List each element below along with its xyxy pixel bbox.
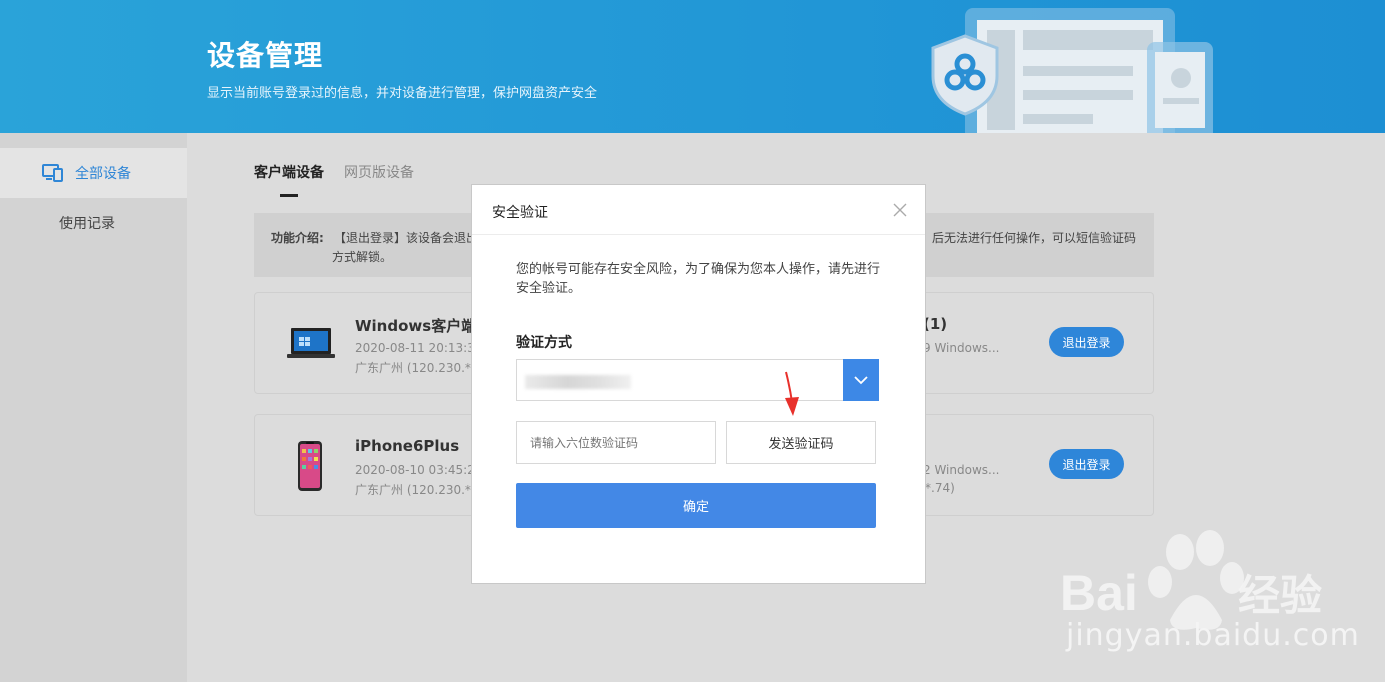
header-banner: 设备管理 显示当前账号登录过的信息，并对设备进行管理，保护网盘资产安全 <box>0 0 1385 133</box>
devices-illustration-icon <box>931 8 1213 133</box>
annotation-arrow-icon <box>785 371 799 416</box>
dialog-title: 安全验证 <box>492 205 548 221</box>
devices-icon <box>42 164 63 182</box>
verification-method-label: 验证方式 <box>516 335 572 351</box>
baidu-jingyan-watermark-icon: Bai 经验 <box>1060 530 1322 630</box>
sidebar: 全部设备 使用记录 <box>0 133 187 682</box>
logout-button[interactable]: 退出登录 <box>1049 327 1124 357</box>
svg-text:经验: 经验 <box>1238 571 1322 620</box>
tab-active-indicator <box>280 194 298 197</box>
intro-text-line2: 方式解锁。 <box>332 250 393 264</box>
sidebar-item-usage-history[interactable]: 使用记录 <box>0 198 187 248</box>
laptop-icon <box>287 328 335 358</box>
tab-web-devices[interactable]: 网页版设备 <box>344 162 414 182</box>
verification-code-input[interactable] <box>516 421 716 464</box>
svg-text:Bai: Bai <box>1060 565 1138 621</box>
watermark-text: jingyan.baidu.com <box>1066 618 1360 653</box>
page-title: 设备管理 <box>207 39 324 72</box>
intro-text-left: 【退出登录】该设备会退出 <box>334 231 479 245</box>
device-login-time: 2020-08-10 03:45:23 <box>355 463 483 477</box>
intro-label: 功能介绍: <box>271 231 324 245</box>
tab-client-devices[interactable]: 客户端设备 <box>254 162 324 182</box>
blurred-selected-value <box>525 375 631 389</box>
dropdown-toggle[interactable] <box>843 359 879 401</box>
device-login-time-right: 9 Windows... <box>923 341 1000 355</box>
security-verification-dialog: 安全验证 您的帐号可能存在安全风险，为了确保为您本人操作，请先进行安全验证。 验… <box>471 184 926 584</box>
send-code-button[interactable]: 发送验证码 <box>726 421 876 464</box>
device-name: iPhone6Plus <box>355 437 460 455</box>
sidebar-item-label: 使用记录 <box>59 216 115 232</box>
chevron-down-icon <box>854 376 868 385</box>
verification-method-select[interactable] <box>516 359 879 401</box>
device-name-right: (1) <box>923 315 948 333</box>
dialog-header: 安全验证 <box>472 185 925 235</box>
sidebar-item-label: 全部设备 <box>75 166 131 182</box>
close-icon[interactable] <box>892 202 908 218</box>
intro-text-right: 后无法进行任何操作，可以短信验证码 <box>932 231 1137 245</box>
page-subtitle: 显示当前账号登录过的信息，并对设备进行管理，保护网盘资产安全 <box>207 86 598 101</box>
device-login-time-right: 2 Windows... <box>923 463 1000 477</box>
device-location: 广东广州 (120.230.** <box>355 483 477 497</box>
confirm-button[interactable]: 确定 <box>516 483 876 528</box>
sidebar-item-all-devices[interactable]: 全部设备 <box>0 148 187 198</box>
logout-button[interactable]: 退出登录 <box>1049 449 1124 479</box>
device-login-time: 2020-08-11 20:13:34 <box>355 341 483 355</box>
device-location: 广东广州 (120.230.** <box>355 361 477 375</box>
dialog-description: 您的帐号可能存在安全风险，为了确保为您本人操作，请先进行安全验证。 <box>516 262 881 296</box>
phone-icon <box>298 441 322 491</box>
